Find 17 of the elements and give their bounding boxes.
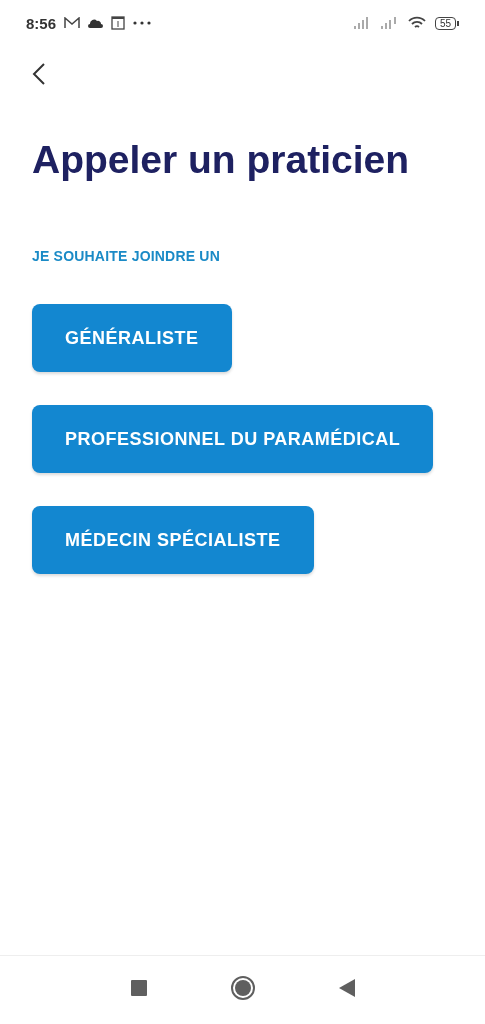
battery-icon: 55 xyxy=(434,16,459,30)
option-button[interactable]: GÉNÉRALISTE xyxy=(32,304,232,372)
recents-icon[interactable] xyxy=(130,980,147,996)
more-icon xyxy=(133,21,152,25)
status-time: 8:56 xyxy=(26,14,57,32)
signal-icon xyxy=(380,17,399,29)
wifi-icon xyxy=(407,16,426,30)
mail-icon xyxy=(64,17,81,29)
back-icon[interactable] xyxy=(338,979,355,997)
section-label: JE SOUHAITE JOINDRE UN xyxy=(32,248,221,264)
page-title: Appeler un praticien xyxy=(32,137,411,183)
calendar-icon xyxy=(111,16,126,30)
cloud-icon xyxy=(88,18,104,28)
option-button[interactable]: PROFESSIONNEL DU PARAMÉDICAL xyxy=(32,405,434,473)
back-icon[interactable] xyxy=(32,62,46,86)
option-button[interactable]: MÉDECIN SPÉCIALISTE xyxy=(32,506,314,574)
home-icon[interactable] xyxy=(230,976,255,1000)
